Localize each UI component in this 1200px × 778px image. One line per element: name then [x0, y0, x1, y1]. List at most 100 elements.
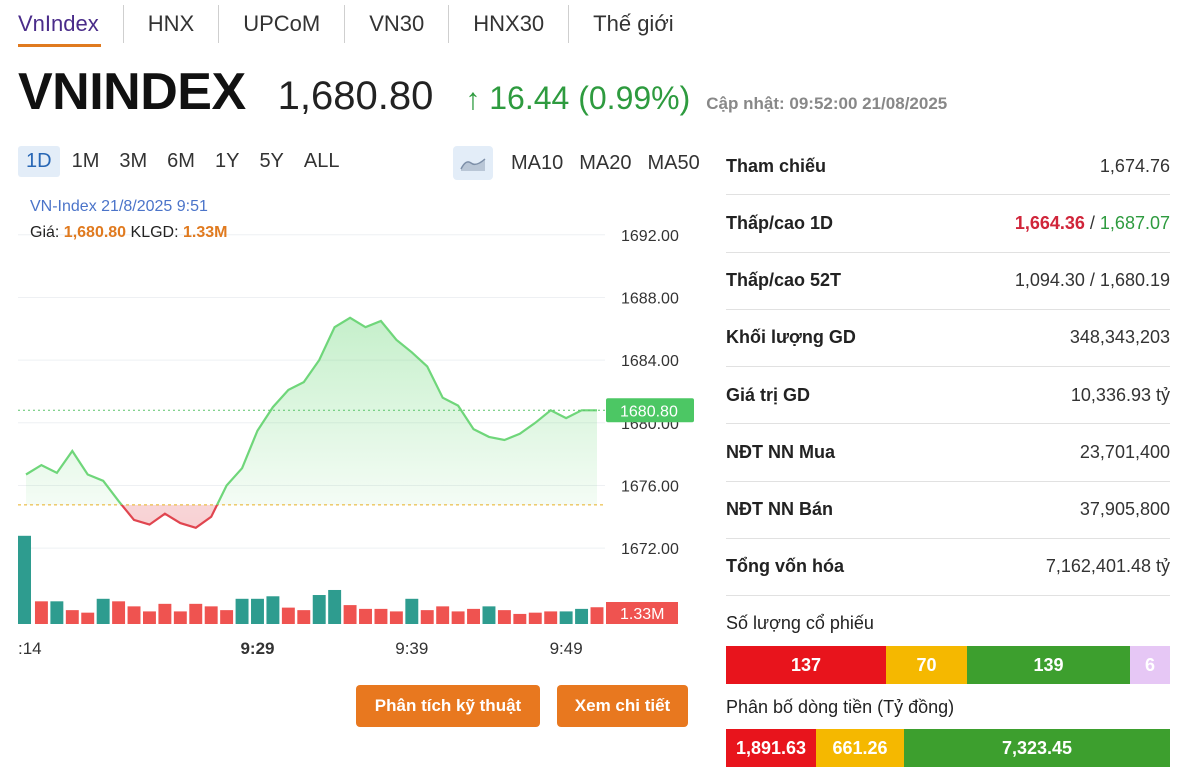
range-1d[interactable]: 1D	[18, 146, 60, 177]
stat-row-thap-cao-1d: Thấp/cao 1D 1,664.36 / 1,687.07	[726, 195, 1170, 253]
tooltip-title: VN-Index 21/8/2025 9:51	[30, 198, 208, 215]
range-1m[interactable]: 1M	[64, 146, 108, 177]
volume-bar	[497, 610, 511, 624]
volume-bar	[112, 601, 126, 624]
price-chart[interactable]: 1692.00 1688.00 1684.00 1680.00 1676.00 1672.…	[0, 188, 700, 668]
x-tick-label: 9:29	[240, 639, 274, 658]
flow-flat-value: 661.26	[832, 737, 888, 758]
low-1d: 1,664.36	[1014, 212, 1085, 233]
x-tick-label: 9:49	[550, 639, 583, 658]
ma10-toggle[interactable]: MA10	[511, 152, 563, 175]
area-chart-icon	[460, 158, 486, 171]
y-tick-label: 1676.00	[621, 478, 679, 495]
index-header: VNINDEX 1,680.80 ↑ 16.44 (0.99%) Cập nhậ…	[18, 62, 947, 132]
tab-hnx[interactable]: HNX	[124, 5, 220, 43]
last-price-label: 1680.80	[620, 403, 678, 420]
stat-row-tham-chieu: Tham chiếu 1,674.76	[726, 138, 1170, 196]
stat-row-ndt-ban: NĐT NN Bán 37,905,800	[726, 482, 1170, 539]
volume-badge-label: 1.33M	[620, 606, 664, 623]
volume-bar	[281, 607, 295, 624]
high-1d: 1,687.07	[1099, 212, 1170, 233]
tooltip-vol-label: KLGD:	[130, 224, 179, 241]
stock-up-count: 139	[1033, 654, 1064, 675]
volume-bar	[81, 612, 95, 624]
x-tick-label: 9:39	[395, 639, 428, 658]
chart-tooltip: VN-Index 21/8/2025 9:51 Giá: 1,680.80 KL…	[30, 198, 227, 242]
range-6m[interactable]: 6M	[159, 146, 203, 177]
volume-bar	[266, 596, 280, 624]
money-flow-title: Phân bố dòng tiền (Tỷ đồng)	[726, 697, 955, 717]
tooltip-values: Giá: 1,680.80 KLGD: 1.33M	[30, 224, 227, 242]
stock-down-count: 137	[790, 654, 822, 675]
volume-bar	[204, 606, 218, 624]
flow-up-value: 7,323.45	[1001, 737, 1073, 758]
indicator-bar: MA10 MA20 MA50	[453, 146, 708, 180]
tab-vnindex[interactable]: VnIndex	[0, 5, 124, 47]
volume-bar	[297, 610, 311, 624]
stock-flat-segment: 70	[886, 646, 967, 684]
tooltip-price: 1,680.80	[63, 224, 127, 241]
x-tick-label: :14	[18, 639, 42, 658]
stats-table: Tham chiếu 1,674.76 Thấp/cao 1D 1,664.36…	[726, 138, 1170, 596]
volume-bar	[467, 608, 481, 624]
y-tick-label: 1672.00	[621, 541, 679, 558]
range-all[interactable]: ALL	[296, 146, 348, 177]
stat-value: 37,905,800	[1079, 499, 1170, 520]
volume-bar	[528, 612, 542, 624]
volume-bar	[142, 611, 156, 624]
stat-label: Thấp/cao 52T	[726, 270, 842, 291]
volume-bar	[96, 598, 110, 624]
volume-bar	[575, 608, 589, 624]
index-tabs: VnIndex HNX UPCoM VN30 HNX30 Thế giới	[0, 0, 700, 48]
stat-value: 10,336.93 tỷ	[1070, 384, 1170, 405]
volume-bar	[158, 603, 172, 624]
volume-bar	[235, 598, 249, 624]
volume-bar	[189, 603, 203, 624]
stat-value: 23,701,400	[1079, 441, 1170, 462]
price-chart-svg: 1692.001688.001684.001680.001676.001672.…	[18, 228, 694, 658]
volume-bar	[389, 611, 403, 624]
ma50-toggle[interactable]: MA50	[648, 152, 700, 175]
volume-bar	[513, 613, 527, 624]
change-value: 16.44	[489, 80, 570, 116]
ma20-toggle[interactable]: MA20	[579, 152, 631, 175]
range-5y[interactable]: 5Y	[251, 146, 291, 177]
volume-bar	[544, 611, 558, 624]
view-detail-button[interactable]: Xem chi tiết	[557, 685, 688, 727]
money-flow-bar: 1,891.63 661.26 7,323.45	[726, 729, 1170, 767]
volume-bar	[451, 611, 465, 624]
tab-upcom[interactable]: UPCoM	[219, 5, 346, 43]
stat-value: 1,674.76	[1099, 155, 1170, 176]
stat-label: NĐT NN Mua	[726, 441, 835, 462]
update-time: Cập nhật: 09:52:00 21/08/2025	[706, 94, 948, 113]
stat-label: Tổng vốn hóa	[726, 556, 844, 577]
tab-the-gioi[interactable]: Thế giới	[569, 5, 697, 43]
stat-row-thap-cao-52t: Thấp/cao 52T 1,094.30 / 1,680.19	[726, 253, 1170, 310]
volume-bar	[127, 606, 141, 624]
stat-label: Tham chiếu	[726, 155, 827, 176]
volume-bar	[50, 601, 64, 624]
technical-analysis-button[interactable]: Phân tích kỹ thuật	[356, 685, 540, 727]
stat-row-gia-tri: Giá trị GD 10,336.93 tỷ	[726, 367, 1170, 425]
volume-bar	[65, 610, 79, 624]
volume-bar	[34, 601, 48, 624]
tab-vn30[interactable]: VN30	[345, 5, 450, 43]
flow-down-segment: 1,891.63	[726, 729, 816, 767]
volume-bar	[251, 598, 264, 624]
stat-row-ndt-mua: NĐT NN Mua 23,701,400	[726, 424, 1170, 482]
range-3m[interactable]: 3M	[111, 146, 155, 177]
stock-count-bar: 137 70 139 6	[726, 646, 1170, 684]
range-1y[interactable]: 1Y	[207, 146, 247, 177]
change-percent: (0.99%)	[578, 80, 691, 116]
tab-hnx30[interactable]: HNX30	[449, 5, 570, 43]
volume-bar	[436, 606, 450, 624]
volume-bar	[359, 608, 372, 624]
stock-down-segment: 137	[726, 646, 886, 684]
tooltip-price-label: Giá:	[30, 224, 60, 241]
stat-row-von-hoa: Tổng vốn hóa 7,162,401.48 tỷ	[726, 539, 1170, 596]
chart-type-button[interactable]	[453, 146, 493, 180]
stat-label: Khối lượng GD	[726, 327, 856, 348]
flow-up-segment: 7,323.45	[904, 729, 1170, 767]
stat-label: NĐT NN Bán	[726, 499, 833, 520]
volume-bar	[312, 595, 326, 624]
